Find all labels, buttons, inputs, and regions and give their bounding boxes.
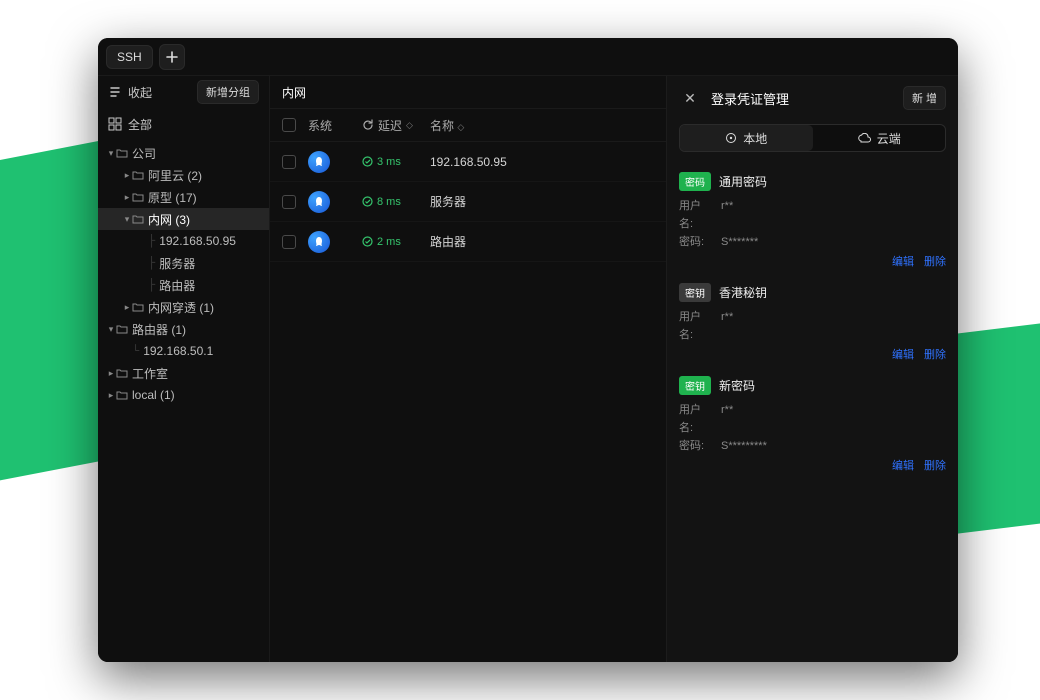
tree-item[interactable]: ├192.168.50.95 [98,230,269,252]
folder-icon [116,390,128,400]
panel-title: 登录凭证管理 [711,89,893,108]
tree-label: 公司 [132,145,156,162]
sort-icon: ◇ [406,120,413,131]
credential-name: 通用密码 [719,173,767,190]
main-pane: 内网 系统 延迟 ◇ 名称 ◇ 地址 ◇ 信 3 ms192.168.50.95… [270,76,958,662]
sidebar-tree: ▾公司▸阿里云 (2)▸原型 (17)▾内网 (3)├192.168.50.95… [98,140,269,662]
username-key: 用户名: [679,401,715,437]
credentials-panel: ✕ 登录凭证管理 新 增 本地 云端 密码通用密码用户名:r**密码:S****… [666,76,958,662]
folder-icon [132,192,144,202]
credential-type-badge: 密码 [679,172,711,191]
col-latency[interactable]: 延迟 ◇ [362,117,430,134]
collapse-label[interactable]: 收起 [128,84,152,101]
tree-label: local (1) [132,388,175,402]
latency-value: 8 ms [362,196,401,208]
os-icon [308,231,330,253]
app-window: SSH 收起 新增分组 [98,38,958,662]
delete-button[interactable]: 删除 [924,253,946,269]
credential-item: 密钥新密码用户名: r** 密码: S********* 编辑删除 [667,366,958,477]
titlebar: SSH [98,38,958,76]
grid-icon [108,117,122,131]
cloud-icon [857,133,871,143]
tree-item[interactable]: └192.168.50.1 [98,340,269,362]
folder-icon [132,302,144,312]
storage-tabs: 本地 云端 [679,124,946,152]
row-checkbox[interactable] [282,155,296,169]
tab-ssh[interactable]: SSH [106,45,153,69]
delete-button[interactable]: 删除 [924,457,946,473]
tree-item[interactable]: ▾路由器 (1) [98,318,269,340]
tree-label: 工作室 [132,365,168,382]
folder-icon [116,148,128,158]
sidebar: 收起 新增分组 全部 ▾公司▸阿里云 (2)▸原型 (17)▾内网 (3)├19… [98,76,270,662]
add-group-button[interactable]: 新增分组 [197,80,259,104]
password-value: S********* [721,437,767,455]
tree-item[interactable]: ▾公司 [98,142,269,164]
new-tab-button[interactable] [159,44,185,70]
add-credential-button[interactable]: 新 增 [903,86,946,110]
credential-type-badge: 密钥 [679,283,711,302]
reload-icon [362,119,374,131]
collapse-icon [108,85,122,99]
tree-item[interactable]: ├路由器 [98,274,269,296]
username-value: r** [721,197,733,233]
credential-item: 密码通用密码用户名: r** 密码: S******* 编辑删除 [667,162,958,273]
username-value: r** [721,308,733,344]
tree-item[interactable]: ├服务器 [98,252,269,274]
tree-item[interactable]: ▸原型 (17) [98,186,269,208]
tree-item[interactable]: ▸内网穿透 (1) [98,296,269,318]
tree-item[interactable]: ▸阿里云 (2) [98,164,269,186]
delete-button[interactable]: 删除 [924,346,946,362]
username-value: r** [721,401,733,437]
username-key: 用户名: [679,197,715,233]
username-key: 用户名: [679,308,715,344]
folder-icon [132,170,144,180]
tree-label: 192.168.50.95 [159,234,236,248]
tree-label: 服务器 [159,255,195,272]
tree-label: 路由器 (1) [132,321,186,338]
credential-item: 密钥香港秘钥用户名: r** 编辑删除 [667,273,958,366]
latency-value: 3 ms [362,156,401,168]
credential-name: 新密码 [719,377,755,394]
row-checkbox[interactable] [282,235,296,249]
os-icon [308,191,330,213]
edit-button[interactable]: 编辑 [892,346,914,362]
password-key: 密码: [679,233,715,251]
tree-label: 原型 (17) [148,189,197,206]
tree-label: 内网 (3) [148,211,190,228]
disk-icon [725,132,737,144]
tree-label: 内网穿透 (1) [148,299,214,316]
tree-label: 阿里云 (2) [148,167,202,184]
edit-button[interactable]: 编辑 [892,253,914,269]
password-key: 密码: [679,437,715,455]
select-all-checkbox[interactable] [282,118,296,132]
tree-item[interactable]: ▾内网 (3) [98,208,269,230]
tree-label: 路由器 [159,277,195,294]
os-icon [308,151,330,173]
folder-icon [116,368,128,378]
close-icon[interactable]: ✕ [679,87,701,109]
credential-name: 香港秘钥 [719,284,767,301]
tree-label: 192.168.50.1 [143,344,213,358]
password-value: S******* [721,233,758,251]
tree-item[interactable]: ▸工作室 [98,362,269,384]
folder-icon [116,324,128,334]
latency-value: 2 ms [362,236,401,248]
tree-item[interactable]: ▸local (1) [98,384,269,406]
edit-button[interactable]: 编辑 [892,457,914,473]
col-system[interactable]: 系统 [308,117,362,134]
row-checkbox[interactable] [282,195,296,209]
folder-icon [132,214,144,224]
all-label[interactable]: 全部 [128,116,152,133]
plus-icon [166,51,178,63]
tab-local[interactable]: 本地 [680,125,813,151]
credential-type-badge: 密钥 [679,376,711,395]
tab-cloud[interactable]: 云端 [813,125,946,151]
